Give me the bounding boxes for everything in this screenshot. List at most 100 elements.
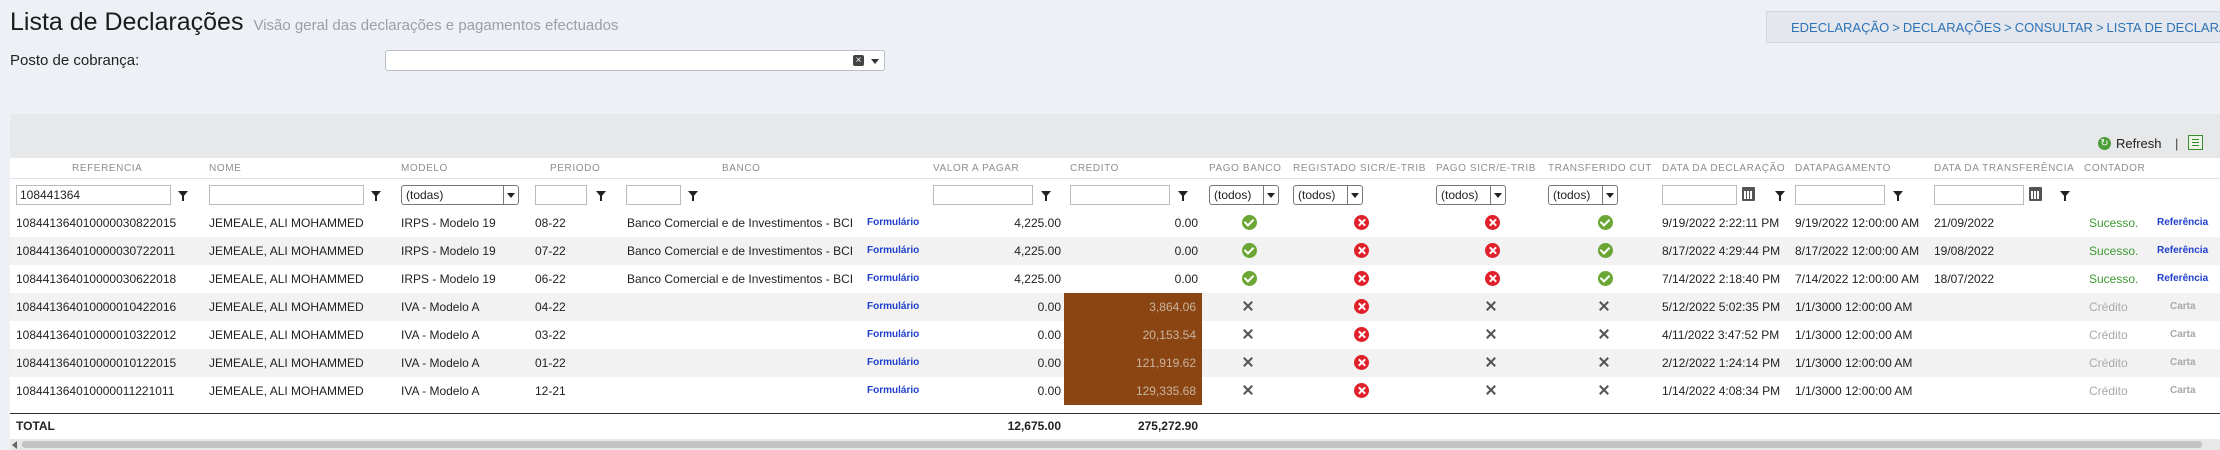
registado-filter-select[interactable]: (todos) xyxy=(1293,185,1363,205)
data-declaracao-cell: 5/12/2022 5:02:35 PM xyxy=(1662,300,1781,314)
referencia-link[interactable]: Referência xyxy=(2157,245,2208,256)
data-transferencia-cell: 19/08/2022 xyxy=(1934,244,1995,258)
col-header-data-declaracao[interactable]: DATA DA DECLARAÇÃO xyxy=(1662,163,1785,174)
col-header-data-transferencia[interactable]: DATA DA TRANSFERÊNCIA xyxy=(1934,163,2074,174)
credito-filter-input[interactable] xyxy=(1070,185,1170,205)
data-transferencia-cell: 18/07/2022 xyxy=(1934,272,1995,286)
filter-icon[interactable] xyxy=(1775,191,1785,201)
filter-icon[interactable] xyxy=(1041,191,1051,201)
col-header-transferido[interactable]: TRANSFERIDO CUT xyxy=(1548,163,1652,174)
page-subtitle: Visão geral das declarações e pagamentos… xyxy=(253,17,619,34)
modelo-filter-select[interactable]: (todas) xyxy=(401,185,519,205)
breadcrumb-item-declaracoes[interactable]: DECLARAÇÕES xyxy=(1903,20,2001,35)
scroll-left-icon[interactable] xyxy=(12,441,17,449)
filter-icon[interactable] xyxy=(688,191,698,201)
formulario-link[interactable]: Formulário xyxy=(867,273,919,284)
col-header-banco[interactable]: BANCO xyxy=(722,163,761,174)
cross-icon xyxy=(1598,384,1610,396)
col-header-pago-sicr[interactable]: PAGO SICR/E-TRIB xyxy=(1436,163,1536,174)
clear-icon[interactable]: × xyxy=(853,55,864,66)
referencia-cell: 108441364010000010322012 xyxy=(16,328,177,342)
credito-cell: 129,335.68 xyxy=(1064,377,1202,405)
status-cell: Sucesso. xyxy=(2089,216,2139,230)
refresh-label: Refresh xyxy=(2116,136,2162,151)
col-header-modelo[interactable]: MODELO xyxy=(401,163,448,174)
referencia-link[interactable]: Referência xyxy=(2157,217,2208,228)
carta-link: Carta xyxy=(2170,329,2196,340)
pago-banco-filter-select[interactable]: (todos) xyxy=(1209,185,1279,205)
pago-banco-filter-value: (todos) xyxy=(1214,188,1252,202)
col-header-nome[interactable]: NOME xyxy=(209,163,241,174)
col-header-contador[interactable]: CONTADOR xyxy=(2084,163,2145,174)
status-cell: Crédito xyxy=(2089,300,2128,314)
nome-filter-input[interactable] xyxy=(209,185,364,205)
scrollbar-thumb[interactable] xyxy=(22,441,2202,448)
table-row: 108441364010000010422016 JEMEALE, ALI MOH… xyxy=(10,293,2220,321)
data-pagamento-cell: 1/1/3000 12:00:00 AM xyxy=(1795,328,1913,342)
pago-sicr-filter-select[interactable]: (todos) xyxy=(1436,185,1506,205)
transferido-filter-value: (todos) xyxy=(1553,188,1591,202)
breadcrumb-item-lista: LISTA DE DECLARAÇÕES xyxy=(2106,19,2220,35)
grid-toolbar: ↻ Refresh | xyxy=(10,114,2220,158)
data-transferencia-filter-input[interactable] xyxy=(1934,185,2024,205)
formulario-link[interactable]: Formulário xyxy=(867,301,919,312)
breadcrumb-separator: > xyxy=(1892,19,1900,35)
status-cell: Crédito xyxy=(2089,384,2128,398)
modelo-cell: IVA - Modelo A xyxy=(401,384,480,398)
credito-cell: 20,153.54 xyxy=(1064,321,1202,349)
col-header-data-pagamento[interactable]: DATAPAGAMENTO xyxy=(1795,163,1891,174)
modelo-cell: IRPS - Modelo 19 xyxy=(401,216,496,230)
refresh-button[interactable]: ↻ Refresh xyxy=(2098,136,2162,151)
formulario-link[interactable]: Formulário xyxy=(867,329,919,340)
total-label: TOTAL xyxy=(16,419,55,433)
valor-filter-input[interactable] xyxy=(933,185,1033,205)
cross-icon xyxy=(1242,300,1254,312)
cross-icon xyxy=(1598,328,1610,340)
cross-icon xyxy=(1242,356,1254,368)
data-declaracao-cell: 4/11/2022 3:47:52 PM xyxy=(1662,328,1780,342)
filter-icon[interactable] xyxy=(1178,191,1188,201)
filter-icon[interactable] xyxy=(596,191,606,201)
credito-cell: 0.00 xyxy=(1174,244,1198,258)
breadcrumb-item-edeclaracao[interactable]: EDECLARAÇÃO xyxy=(1791,20,1889,35)
col-header-credito[interactable]: CREDITO xyxy=(1070,163,1119,174)
horizontal-scrollbar[interactable] xyxy=(10,439,2220,450)
table-row: 108441364010000011221011 JEMEALE, ALI MOH… xyxy=(10,377,2220,405)
referencia-filter-input[interactable] xyxy=(16,185,171,205)
valor-cell: 4,225.00 xyxy=(1014,244,1061,258)
formulario-link[interactable]: Formulário xyxy=(867,357,919,368)
col-header-referencia[interactable]: REFERENCIA xyxy=(72,163,142,174)
breadcrumb-item-consultar[interactable]: CONSULTAR xyxy=(2015,20,2093,35)
col-header-pago-banco[interactable]: PAGO BANCO xyxy=(1209,163,1282,174)
chevron-down-icon[interactable] xyxy=(871,59,879,64)
filter-icon[interactable] xyxy=(178,191,188,201)
formulario-link[interactable]: Formulário xyxy=(867,385,919,396)
data-declaracao-filter-input[interactable] xyxy=(1662,185,1737,205)
cross-icon xyxy=(1485,328,1497,340)
calendar-icon[interactable] xyxy=(2029,187,2042,201)
col-header-registado[interactable]: REGISTADO SICR/E-TRIB xyxy=(1293,163,1426,174)
status-cell: Sucesso. xyxy=(2089,272,2139,286)
periodo-filter-input[interactable] xyxy=(535,185,587,205)
formulario-link[interactable]: Formulário xyxy=(867,245,919,256)
cross-icon xyxy=(1485,356,1497,368)
referencia-cell: 108441364010000010122015 xyxy=(16,356,177,370)
referencia-link[interactable]: Referência xyxy=(2157,273,2208,284)
modelo-cell: IRPS - Modelo 19 xyxy=(401,244,496,258)
transferido-filter-select[interactable]: (todos) xyxy=(1548,185,1618,205)
banco-filter-input[interactable] xyxy=(626,185,681,205)
filter-icon[interactable] xyxy=(1893,191,1903,201)
valor-cell: 4,225.00 xyxy=(1014,272,1061,286)
data-pagamento-filter-input[interactable] xyxy=(1795,185,1885,205)
error-circle-icon xyxy=(1354,215,1369,230)
formulario-link[interactable]: Formulário xyxy=(867,217,919,228)
filter-icon[interactable] xyxy=(371,191,381,201)
nome-cell: JEMEALE, ALI MOHAMMED xyxy=(209,272,364,286)
nome-cell: JEMEALE, ALI MOHAMMED xyxy=(209,356,364,370)
posto-select[interactable]: × xyxy=(385,50,885,71)
col-header-valor[interactable]: VALOR A PAGAR xyxy=(933,163,1019,174)
col-header-periodo[interactable]: PERIODO xyxy=(550,163,600,174)
export-excel-icon[interactable] xyxy=(2188,135,2203,150)
calendar-icon[interactable] xyxy=(1742,187,1755,201)
filter-icon[interactable] xyxy=(2060,191,2070,201)
